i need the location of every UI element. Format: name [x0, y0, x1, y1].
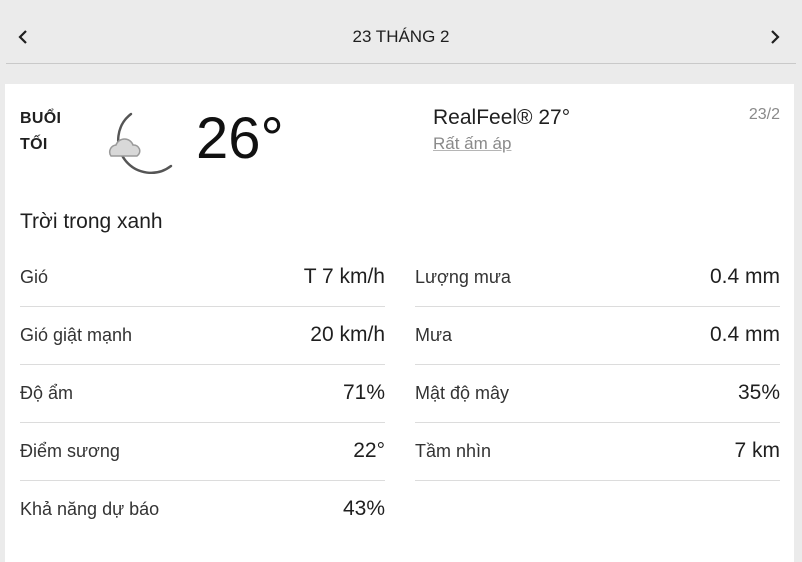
chevron-right-icon [771, 30, 780, 44]
detail-value: 43% [342, 497, 385, 520]
realfeel-phrase[interactable]: Rất ấm áp [433, 134, 511, 154]
period-line-1: BUỔI [20, 110, 62, 127]
details-right-column: Lượng mưa 0.4 mm Mưa 0.4 mm Mật độ mây 3… [415, 249, 780, 481]
temperature: 26° [196, 106, 284, 171]
detail-value: 35% [737, 381, 780, 404]
period-line-2: TỐI [20, 136, 48, 153]
detail-label: Khả năng dự báo [20, 499, 160, 519]
detail-label: Mật độ mây [415, 383, 510, 403]
realfeel-temperature: RealFeel® 27° [433, 106, 571, 129]
detail-row-visibility: Tầm nhìn 7 km [415, 423, 780, 481]
detail-value: 0.4 mm [709, 265, 780, 288]
detail-label: Độ ẩm [20, 383, 74, 403]
detail-row-precipitation: Lượng mưa 0.4 mm [415, 249, 780, 307]
moon-cloud-icon [108, 112, 173, 174]
period-label: BUỔI TỐI [20, 106, 61, 158]
detail-value: 0.4 mm [709, 323, 780, 346]
detail-label: Tầm nhìn [415, 441, 492, 461]
weather-condition: Trời trong xanh [20, 210, 163, 233]
detail-row-forecast-probability: Khả năng dự báo 43% [20, 481, 385, 538]
detail-row-rain: Mưa 0.4 mm [415, 307, 780, 365]
detail-row-wind: Gió T 7 km/h [20, 249, 385, 307]
detail-row-humidity: Độ ẩm 71% [20, 365, 385, 423]
detail-value: 7 km [734, 439, 780, 462]
forecast-date: 23/2 [748, 106, 780, 123]
forecast-card: BUỔI TỐI 26° RealFeel® 27° Rất ấm áp 23/… [5, 84, 794, 562]
detail-value: 20 km/h [310, 323, 385, 346]
detail-label: Lượng mưa [415, 267, 511, 287]
date-navigation: 23 THÁNG 2 [0, 0, 802, 72]
detail-label: Gió giật mạnh [20, 325, 133, 345]
detail-label: Điểm sương [20, 441, 120, 461]
details-left-column: Gió T 7 km/h Gió giật mạnh 20 km/h Độ ẩm… [20, 249, 385, 538]
detail-row-wind-gust: Gió giật mạnh 20 km/h [20, 307, 385, 365]
detail-row-dew-point: Điểm sương 22° [20, 423, 385, 481]
nav-divider [6, 63, 796, 64]
detail-label: Gió [20, 267, 49, 287]
next-day-button[interactable] [760, 22, 790, 52]
detail-value: T 7 km/h [303, 265, 385, 288]
date-title: 23 THÁNG 2 [352, 27, 450, 46]
detail-value: 71% [342, 381, 385, 404]
detail-label: Mưa [415, 325, 453, 345]
detail-value: 22° [353, 439, 385, 462]
detail-row-cloud-cover: Mật độ mây 35% [415, 365, 780, 423]
